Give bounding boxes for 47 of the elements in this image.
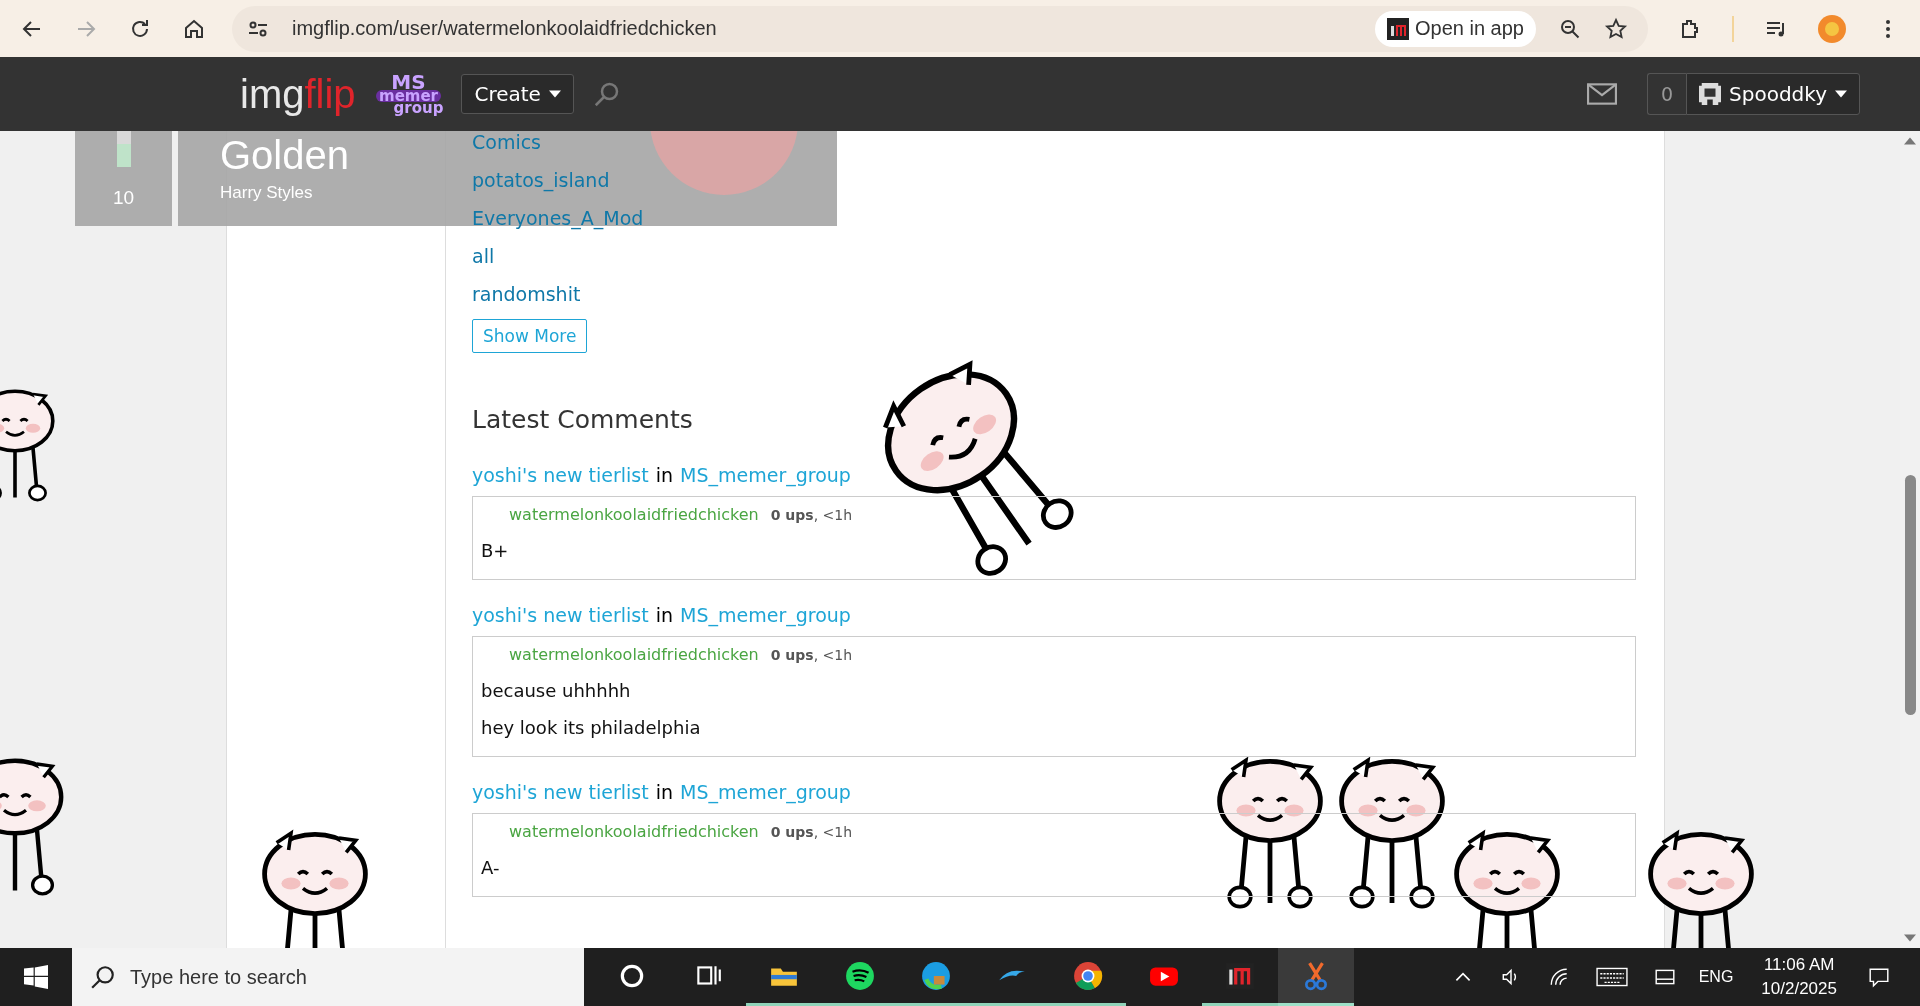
post-link[interactable]: yoshi's new tierlist: [472, 464, 649, 486]
notifications-icon[interactable]: [1868, 966, 1890, 988]
in-text: in: [655, 464, 674, 486]
in-text: in: [655, 604, 674, 626]
scrollbar-thumb[interactable]: [1904, 475, 1916, 715]
group-link[interactable]: MS_memer_group: [680, 464, 851, 486]
bookmark-star-icon[interactable]: [1604, 16, 1628, 41]
address-bar[interactable]: imgflip.com/user/watermelonkoolaidfriedchicken Open in app: [232, 5, 1648, 52]
caret-icon: [1835, 90, 1847, 98]
scroll-down-icon[interactable]: [1904, 934, 1916, 942]
post-link[interactable]: yoshi's new tierlist: [472, 781, 649, 803]
site-logo[interactable]: imgflip: [240, 74, 356, 114]
comment-text: hey look its philadelphia: [481, 717, 702, 738]
comment-meta: 0 ups, <1h: [770, 506, 853, 523]
group-link[interactable]: MS_memer_group: [680, 781, 851, 803]
user-avatar-icon: [1699, 83, 1722, 105]
language-indicator[interactable]: ENG: [1698, 968, 1734, 986]
taskbar-search-field[interactable]: Type here to search: [72, 948, 584, 1006]
open-in-app-button[interactable]: Open in app: [1375, 10, 1536, 47]
start-icon[interactable]: [24, 965, 48, 989]
comment-meta: 0 ups, <1h: [770, 646, 853, 663]
comment-text: because uhhhhh: [481, 680, 632, 701]
snipping-app-icon[interactable]: [1278, 948, 1354, 1006]
create-dropdown[interactable]: Create: [461, 74, 574, 114]
section-heading: Latest Comments: [472, 405, 693, 434]
caret-icon: [548, 90, 561, 98]
clock[interactable]: 11:06 AM 10/2/2025: [1761, 955, 1837, 999]
comment-text: B+: [481, 540, 510, 561]
post-link[interactable]: yoshi's new tierlist: [472, 604, 649, 626]
keyboard-icon[interactable]: [1595, 966, 1628, 988]
comment-username[interactable]: watermelonkoolaidfriedchicken: [509, 822, 759, 841]
group-logo[interactable]: MS memer group: [373, 74, 444, 114]
show-more-button[interactable]: Show More: [472, 319, 588, 353]
group-link[interactable]: MS_memer_group: [680, 604, 851, 626]
app-logo-icon: [1387, 17, 1409, 40]
track-title: Golden: [220, 132, 350, 179]
in-text: in: [655, 781, 674, 803]
volume-value: 10: [112, 187, 135, 209]
comment-username[interactable]: watermelonkoolaidfriedchicken: [509, 505, 759, 524]
user-menu-button[interactable]: Spooddky: [1686, 73, 1860, 115]
comment-meta: 0 ups, <1h: [770, 823, 853, 840]
track-artist: Harry Styles: [220, 183, 313, 203]
comment-username[interactable]: watermelonkoolaidfriedchicken: [509, 645, 759, 664]
scroll-up-icon[interactable]: [1904, 137, 1916, 145]
mail-icon[interactable]: [1587, 83, 1618, 105]
url-text: imgflip.com/user/watermelonkoolaidfriedchicken: [292, 17, 717, 40]
comment-text: A-: [481, 857, 501, 878]
